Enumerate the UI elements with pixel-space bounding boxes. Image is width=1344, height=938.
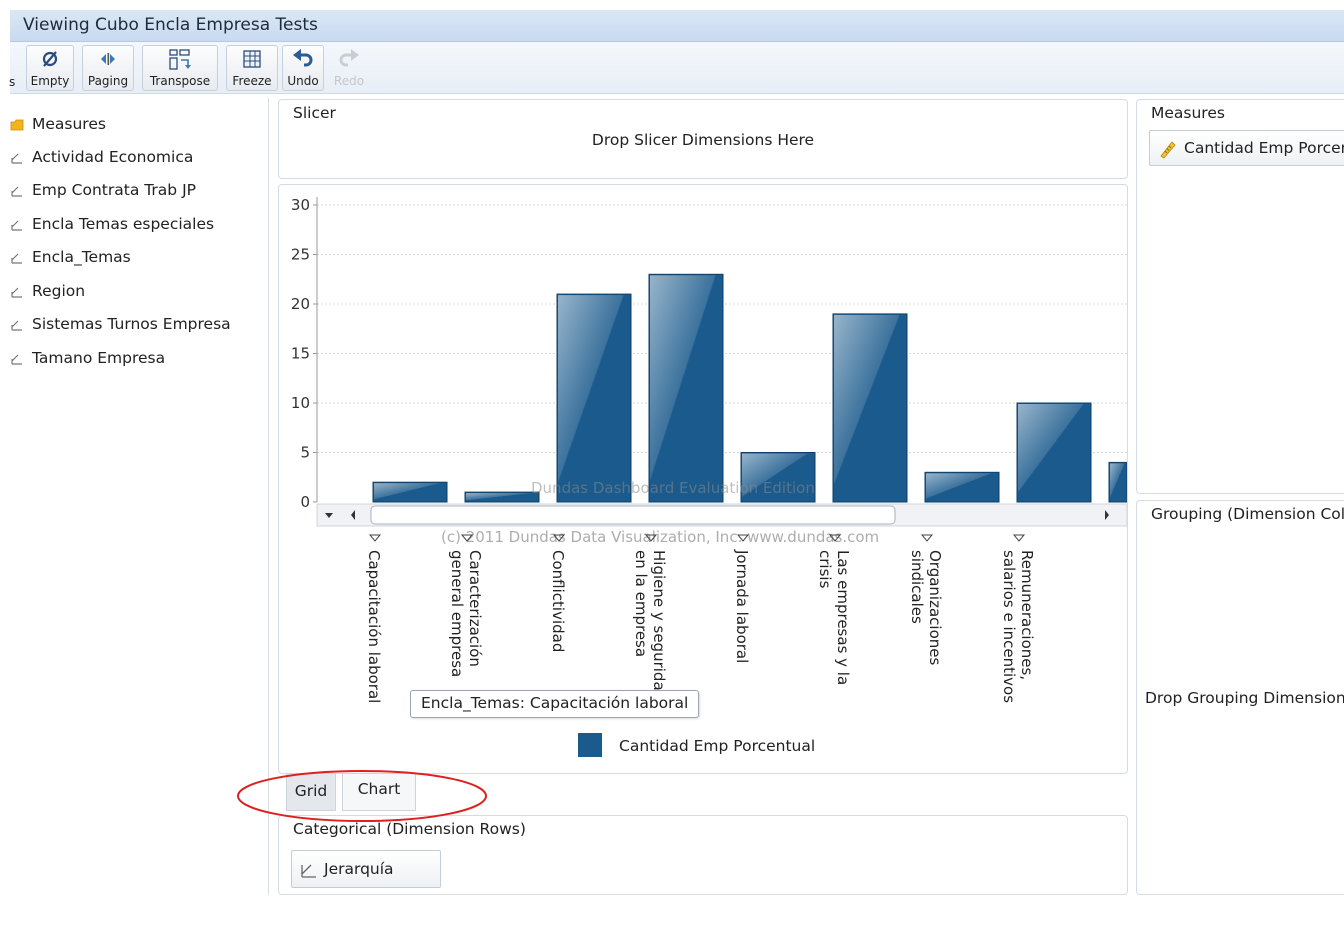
paging-button[interactable]: Paging (82, 45, 134, 91)
toolbar: s Empty Paging Transpose Freeze Undo Red… (9, 42, 1344, 94)
empty-set-icon (27, 48, 73, 74)
measure-chip[interactable]: Cantidad Emp Porcentual (1149, 130, 1344, 166)
scroll-thumb (370, 505, 896, 525)
category-label: sindicales (908, 550, 926, 624)
window-title: Viewing Cubo Encla Empresa Tests (23, 15, 318, 35)
measures-panel[interactable]: Measures Cantidad Emp Porcentual (1136, 99, 1344, 494)
dimension-item-label: Encla_Temas (32, 248, 131, 266)
watermark-text: (c) 2011 Dundas Data Visualization, Inc.… (441, 528, 879, 546)
transpose-button[interactable]: Transpose (142, 45, 218, 91)
hierarchy-icon (10, 251, 24, 265)
dimension-item-label: Emp Contrata Trab JP (32, 181, 196, 199)
category-label: Organizaciones (926, 550, 944, 665)
hierarchy-icon (10, 352, 24, 366)
dimension-item-label: Encla Temas especiales (32, 215, 215, 233)
chart-bar-highlight (926, 473, 998, 501)
y-tick-label: 20 (291, 295, 310, 313)
category-dropdown-icon (368, 534, 382, 542)
hierarchy-icon (10, 151, 24, 165)
redo-button[interactable]: Redo (328, 45, 370, 91)
transpose-button-label: Transpose (149, 74, 211, 88)
chart-panel: 0 5 10 15 20 25 30 Dundas Dashboard Evaluation… (278, 184, 1128, 774)
category-label: salarios e incentivos (1000, 550, 1018, 703)
category-label: crisis (816, 550, 834, 589)
jerarquia-chip[interactable]: Jerarquía (291, 850, 441, 888)
bar-chart: 0 5 10 15 20 25 30 Dundas Dashboard Evaluation… (291, 196, 1127, 757)
dimension-item-label: Region (32, 282, 86, 300)
y-tick-label: 0 (300, 493, 310, 511)
freeze-button[interactable]: Freeze (226, 45, 278, 91)
undo-button-label: Undo (287, 74, 319, 88)
chart-bar-highlight (1018, 404, 1090, 501)
measure-chip-label: Cantidad Emp Porcentual (1184, 139, 1344, 157)
category-label: Capacitación laboral (365, 550, 383, 703)
slicer-drop-hint: Drop Slicer Dimensions Here (591, 131, 815, 149)
category-dropdown-icon (1012, 534, 1026, 542)
grouping-panel[interactable]: Grouping (Dimension Columns) Drop Groupi… (1136, 500, 1344, 895)
category-label: general empresa (448, 550, 466, 677)
legend-label: Cantidad Emp Porcentual (619, 737, 815, 755)
redo-button-label: Redo (333, 74, 365, 88)
freeze-grid-icon (227, 48, 277, 74)
y-tick-label: 15 (291, 345, 310, 363)
hierarchy-icon (300, 861, 318, 883)
dimension-item-label: Actividad Economica (32, 148, 194, 166)
y-tick-label: 10 (291, 394, 310, 412)
chart-bar-highlight (834, 314, 906, 501)
hierarchy-icon (10, 318, 24, 332)
category-label: Remuneraciones, (1018, 550, 1036, 680)
slicer-title: Slicer (293, 104, 336, 122)
redo-icon (329, 48, 369, 74)
dimension-item-label: Tamano Empresa (32, 349, 166, 367)
category-label: Caracterización (466, 550, 484, 667)
empty-button-label: Empty (30, 74, 70, 88)
slicer-panel[interactable]: Slicer Drop Slicer Dimensions Here (278, 99, 1128, 179)
hierarchy-icon (10, 184, 24, 198)
chart-bar-highlight (650, 275, 722, 501)
transpose-icon (143, 48, 217, 74)
category-label: en la empresa (632, 550, 650, 657)
jerarquia-chip-label: Jerarquía (324, 860, 394, 878)
category-label: Jornada laboral (733, 549, 751, 663)
category-label: Higiene y seguridad (650, 550, 668, 700)
paging-button-label: Paging (87, 74, 129, 88)
dimension-item-label: Sistemas Turnos Empresa (32, 315, 231, 333)
categorical-panel[interactable]: Categorical (Dimension Rows) Jerarquía (278, 815, 1128, 895)
empty-button[interactable]: Empty (26, 45, 74, 91)
chart-bar-highlight (1110, 463, 1126, 501)
annotation-ellipse (237, 770, 487, 822)
chart-bar-highlight (374, 483, 446, 501)
watermark-text: Dundas Dashboard Evaluation Edition (531, 479, 815, 497)
measure-icon (1158, 139, 1178, 163)
legend-swatch (578, 733, 602, 757)
chart-tooltip-text: Encla_Temas: Capacitación laboral (421, 694, 689, 712)
dimension-list: Measures Actividad Economica Emp Contrat… (10, 98, 269, 895)
chart-bar-highlight (466, 493, 538, 501)
undo-button[interactable]: Undo (282, 45, 324, 91)
category-dropdown-icon (920, 534, 934, 542)
category-label: Conflictividad (549, 550, 567, 652)
category-label: Las empresas y la (834, 550, 852, 685)
hierarchy-icon (10, 285, 24, 299)
measures-title: Measures (1151, 104, 1225, 122)
window-titlebar: Viewing Cubo Encla Empresa Tests (10, 10, 1344, 42)
hierarchy-icon (10, 218, 24, 232)
chart-tooltip: Encla_Temas: Capacitación laboral (410, 690, 700, 718)
y-tick-label: 5 (300, 444, 310, 462)
paging-icon (83, 48, 133, 74)
grouping-title: Grouping (Dimension Columns) (1151, 505, 1344, 523)
y-tick-label: 25 (291, 246, 310, 264)
freeze-button-label: Freeze (232, 74, 272, 88)
folder-icon (10, 118, 24, 132)
y-tick-label: 30 (291, 196, 310, 214)
toolbar-partial-label: s (9, 75, 16, 89)
undo-icon (283, 48, 323, 74)
dimension-item-label: Measures (32, 115, 106, 133)
chart-bar-highlight (558, 295, 630, 501)
grouping-drop-hint: Drop Grouping Dimensions Here (1145, 689, 1344, 707)
